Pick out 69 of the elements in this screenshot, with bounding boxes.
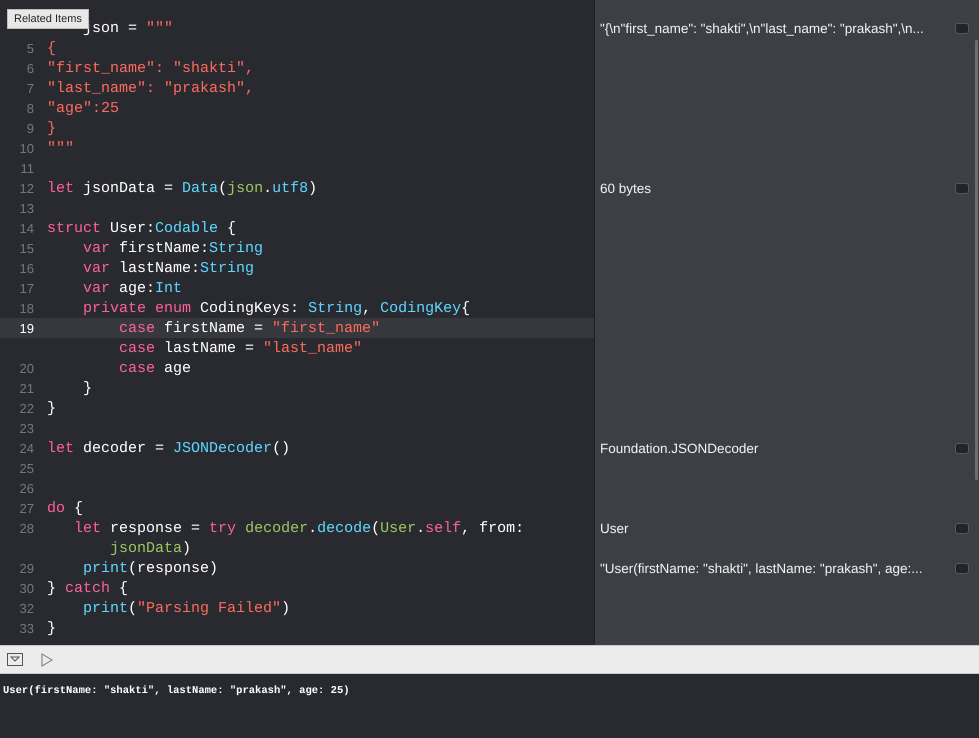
code-line: var lastName:String (83, 260, 254, 276)
quick-look-icon[interactable] (955, 522, 969, 534)
code-line: let decoder = JSONDecoder() (47, 440, 290, 456)
line-number: 27 (18, 500, 34, 516)
code-line: } (47, 400, 56, 416)
code-line: "last_name": "prakash", (47, 80, 254, 96)
line-number: 25 (18, 460, 34, 476)
line-number: 9 (26, 120, 34, 136)
result-value: Foundation.JSONDecoder (600, 440, 760, 456)
code-line: let response = try decoder.decode(User.self, from: (74, 520, 524, 536)
line-number: 12 (18, 180, 34, 196)
result-value: 60 bytes (600, 180, 652, 196)
scroll-bar[interactable] (975, 40, 978, 480)
code-line: jsonData) (110, 540, 192, 556)
line-number: 32 (18, 600, 34, 616)
code-line: case firstName = "first_name" (119, 320, 380, 336)
code-line: var firstName:String (83, 240, 264, 256)
quick-look-icon[interactable] (955, 182, 969, 194)
code-line: private enum CodingKeys: String, CodingKey{ (83, 300, 470, 316)
code-line: } (83, 380, 92, 396)
line-number: 8 (26, 100, 34, 116)
result-value: "{\n"first_name": "shakti",\n"last_name": "prakash",\n... (600, 20, 925, 36)
line-number: 7 (26, 80, 34, 96)
quick-look-icon[interactable] (955, 22, 969, 34)
line-number: 13 (18, 200, 34, 216)
line-number: 20 (18, 360, 34, 376)
code-line: } (47, 120, 56, 136)
quick-look-icon[interactable] (955, 442, 969, 454)
line-number: 21 (18, 380, 34, 396)
line-number: 11 (20, 160, 34, 176)
line-number: 17 (18, 280, 34, 296)
code-line: "age":25 (47, 100, 120, 116)
line-number: 33 (18, 620, 34, 636)
result-value: "User(firstName: "shakti", lastName: "prakash", age:... (600, 560, 924, 576)
code-line: var age:Int (83, 280, 182, 296)
line-number: 10 (18, 140, 34, 156)
console-output: User(firstName: "shakti", lastName: "prakash", age: 25) (3, 685, 350, 697)
line-number: 23 (18, 420, 34, 436)
code-editor[interactable] (0, 0, 979, 645)
code-line: """ (47, 140, 74, 156)
quick-look-icon[interactable] (955, 562, 969, 574)
line-number: 29 (18, 560, 34, 576)
line-number: 19 (18, 320, 34, 336)
code-line: struct User:Codable { (47, 220, 236, 236)
code-line: let jsonData = Data(json.utf8) (47, 180, 318, 196)
hide-debug-area-icon[interactable] (7, 653, 23, 666)
code-line: "first_name": "shakti", (47, 60, 254, 76)
code-line: { (47, 40, 56, 56)
code-line: case age (119, 360, 192, 376)
line-number: 18 (18, 300, 34, 316)
line-number: 16 (18, 260, 34, 276)
line-number: 28 (18, 520, 34, 536)
line-number: 30 (18, 580, 34, 596)
tooltip: Related Items (7, 9, 89, 29)
line-number: 15 (18, 240, 34, 256)
code-line: } catch { (47, 580, 128, 596)
play-icon[interactable] (41, 652, 53, 666)
line-number: 24 (18, 440, 34, 456)
code-line: print("Parsing Failed") (83, 600, 290, 616)
code-line: do { (47, 500, 84, 516)
code-line: case lastName = "last_name" (119, 340, 362, 356)
line-number: 22 (18, 400, 34, 416)
result-value: User (600, 520, 630, 536)
code-line: } (47, 620, 56, 636)
line-number: 14 (18, 220, 34, 236)
line-number: 26 (18, 480, 34, 496)
line-number: 5 (26, 40, 34, 56)
code-line: print(response) (83, 560, 218, 576)
line-number: 6 (26, 60, 34, 76)
